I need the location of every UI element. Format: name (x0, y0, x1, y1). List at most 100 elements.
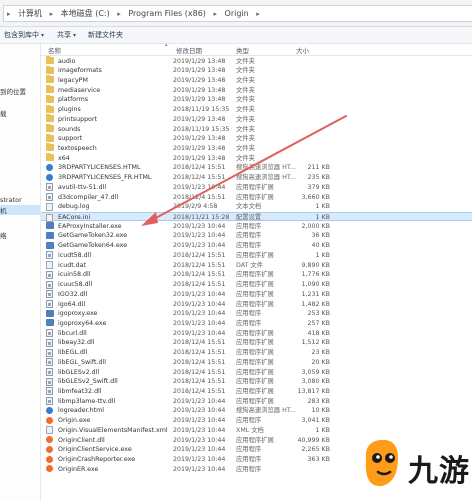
file-date: 2018/12/4 15:51 (173, 193, 226, 201)
file-row[interactable]: logreader.html 2019/1/23 10:44 搜狗高速浏览器 HT.… (41, 406, 472, 416)
file-type: 应用程序 (236, 310, 262, 318)
file-row[interactable]: EAProxyInstaller.exe 2019/1/23 10:44 应用程序 2… (41, 221, 472, 231)
file-row[interactable]: platforms 2019/1/29 13:48 文件夹 (41, 94, 472, 105)
file-row[interactable]: libmp3lame-ttv.dll 2019/1/23 10:44 应用程序扩展 2… (41, 396, 472, 406)
file-row[interactable]: libGLESv2.dll 2018/12/4 15:51 应用程序扩展 3,059 … (41, 367, 472, 377)
file-row[interactable]: libmfeat32.dll 2018/12/4 15:51 应用程序扩展 13,81… (41, 386, 472, 396)
new-folder-button[interactable]: 新建文件夹 (88, 30, 123, 40)
file-icon (46, 202, 53, 211)
file-name: OriginCrashReporter.exe (58, 456, 136, 464)
breadcrumb-computer[interactable]: 计算机 (16, 6, 44, 21)
sidebar-item-downloads[interactable]: 载 (0, 108, 7, 118)
file-date: 2019/1/29 13:48 (173, 115, 226, 123)
include-in-library-button[interactable]: 包含到库中 ▾ (4, 30, 44, 40)
file-name: platforms (58, 96, 89, 104)
folder-icon (46, 85, 54, 94)
file-row[interactable]: libGLESv2_Swift.dll 2018/12/4 15:51 应用程序扩展… (41, 377, 472, 387)
file-row[interactable]: mediaservice 2019/1/29 13:48 文件夹 (41, 85, 472, 95)
chevron-right-icon: ▸ (49, 10, 54, 18)
file-date: 2019/1/23 10:44 (173, 465, 226, 473)
file-row[interactable]: 3RDPARTYLICENSES_FR.HTML 2018/12/4 15:51 搜… (41, 173, 472, 183)
watermark-text: 九游 (408, 454, 470, 489)
file-row[interactable]: icudt.dat 2018/12/4 15:51 DAT 文件 9,890 KB (41, 260, 472, 270)
file-row[interactable]: Origin.exe 2019/1/23 10:44 应用程序 3,041 KB (41, 416, 472, 426)
file-row[interactable]: libcurl.dll 2019/1/23 10:44 应用程序扩展 418 KB (41, 328, 472, 338)
chevron-right-icon: ▸ (117, 10, 121, 18)
file-row[interactable]: libEGL.dll 2018/12/4 15:51 应用程序扩展 23 KB (41, 348, 472, 358)
column-header-size[interactable]: 大小 (296, 45, 309, 55)
file-date: 2019/1/23 10:44 (173, 183, 226, 191)
file-type: DAT 文件 (236, 261, 263, 269)
file-date: 2018/12/4 15:51 (173, 261, 226, 269)
file-row[interactable]: icuin58.dll 2018/12/4 15:51 应用程序扩展 1,776 KB (41, 270, 472, 280)
folder-icon (46, 65, 54, 74)
column-header-date[interactable]: 修改日期 (176, 45, 202, 55)
file-size: 40,999 KB (297, 436, 330, 444)
file-date: 2019/1/29 13:48 (173, 96, 226, 104)
file-row[interactable]: igoproxy64.exe 2019/1/23 10:44 应用程序 257 KB (41, 318, 472, 328)
file-type: 文件夹 (236, 115, 255, 123)
file-row[interactable]: plugins 2018/11/19 15:35 文件夹 (41, 104, 472, 115)
file-row[interactable]: printsupport 2019/1/29 13:48 文件夹 (41, 114, 472, 124)
exe-icon (46, 231, 54, 239)
breadcrumb-origin[interactable]: Origin (223, 6, 251, 21)
file-type: 文件夹 (236, 135, 255, 143)
file-row[interactable]: 3RDPARTYLICENSES.HTML 2018/12/4 15:51 搜狗高速… (41, 163, 472, 173)
column-header-row: 名称 ▴ 修改日期 类型 大小 (41, 42, 472, 56)
file-row[interactable]: d3dcompiler_47.dll 2018/12/4 15:51 应用程序扩展 3… (41, 192, 472, 202)
folder-icon (46, 114, 54, 123)
address-bar[interactable]: ▸ 计算机 ▸ 本地磁盘 (C:) ▸ Program Files (x86) … (3, 5, 472, 22)
file-row[interactable]: libeay32.dll 2018/12/4 15:51 应用程序扩展 1,512 K… (41, 338, 472, 348)
file-row[interactable]: icuuc58.dll 2018/12/4 15:51 应用程序扩展 1,090 KB (41, 280, 472, 290)
file-name: GetGameToken32.exe (58, 232, 128, 240)
file-row[interactable]: textospeech 2019/1/29 13:48 文件夹 (41, 143, 472, 153)
file-row[interactable]: icudt58.dll 2018/12/4 15:51 应用程序扩展 1 KB (41, 250, 472, 260)
column-header-name[interactable]: 名称 (48, 45, 61, 55)
file-name: libGLESv2_Swift.dll (58, 378, 118, 386)
exe-icon (46, 241, 54, 249)
file-date: 2019/1/23 10:44 (173, 222, 226, 230)
file-type: 应用程序扩展 (236, 251, 274, 259)
file-name: x64 (58, 154, 70, 162)
file-row[interactable]: libEGL_Swift.dll 2018/12/4 15:51 应用程序扩展 20 … (41, 357, 472, 367)
file-row[interactable]: igo64.dll 2019/1/23 10:44 应用程序扩展 1,482 KB (41, 299, 472, 309)
breadcrumb-c-drive[interactable]: 本地磁盘 (C:) (59, 6, 112, 21)
sidebar-item-network[interactable]: 络 (0, 230, 7, 240)
column-header-type[interactable]: 类型 (236, 45, 249, 55)
breadcrumb-program-files[interactable]: Program Files (x86) (126, 6, 208, 21)
chevron-down-icon: ▾ (73, 32, 77, 39)
file-name: igoproxy64.exe (58, 319, 107, 327)
file-row[interactable]: GetGameToken64.exe 2019/1/23 10:44 应用程序 40 … (41, 241, 472, 251)
file-size: 1,512 KB (301, 339, 330, 347)
file-size: 10 KB (311, 407, 330, 415)
file-row[interactable]: igoproxy.exe 2019/1/23 10:44 应用程序 253 KB (41, 309, 472, 319)
file-size: 379 KB (307, 183, 330, 191)
file-row[interactable]: sounds 2018/11/19 15:35 文件夹 (41, 124, 472, 134)
file-row[interactable]: imageformats 2019/1/29 13:48 文件夹 (41, 65, 472, 76)
dll-icon (46, 377, 53, 386)
file-row[interactable]: audio 2019/1/29 13:48 文件夹 (41, 56, 472, 66)
file-row[interactable]: support 2019/1/29 13:48 文件夹 (41, 133, 472, 144)
file-date: 2018/12/4 15:51 (173, 378, 226, 386)
sidebar-item-computer[interactable]: 机 (0, 205, 40, 215)
sidebar-item-recent-places[interactable]: 到的位置 (0, 86, 26, 96)
file-row[interactable]: EACore.ini 2018/11/21 15:28 配置设置 1 KB (41, 211, 472, 222)
sidebar-item-user[interactable]: strator (0, 196, 22, 204)
file-name: OriginER.exe (58, 465, 99, 473)
file-name: icuin58.dll (58, 271, 91, 279)
navigation-pane: 到的位置 载 strator 机 络 (0, 44, 41, 500)
share-button[interactable]: 共享 ▾ (57, 30, 76, 40)
file-date: 2019/1/23 10:44 (173, 242, 226, 250)
file-row[interactable]: x64 2019/1/29 13:48 文件夹 (41, 153, 472, 163)
dll-icon (46, 193, 53, 202)
file-date: 2018/12/4 15:51 (173, 174, 226, 182)
file-type: 应用程序 (236, 456, 262, 464)
file-row[interactable]: debug.log 2019/2/9 4:58 文本文档 1 KB (41, 202, 472, 212)
file-row[interactable]: GetGameToken32.exe 2019/1/23 10:44 应用程序 36 … (41, 231, 472, 241)
file-name: libmfeat32.dll (58, 387, 102, 395)
file-row[interactable]: avutil-ttv-51.dll 2019/1/23 10:44 应用程序扩展 37… (41, 182, 472, 192)
file-row[interactable]: legacyPM 2019/1/29 13:48 文件夹 (41, 75, 472, 85)
dll-icon (46, 270, 53, 279)
file-row[interactable]: IGO32.dll 2019/1/23 10:44 应用程序扩展 1,231 KB (41, 289, 472, 299)
file-size: 1 KB (315, 203, 330, 211)
